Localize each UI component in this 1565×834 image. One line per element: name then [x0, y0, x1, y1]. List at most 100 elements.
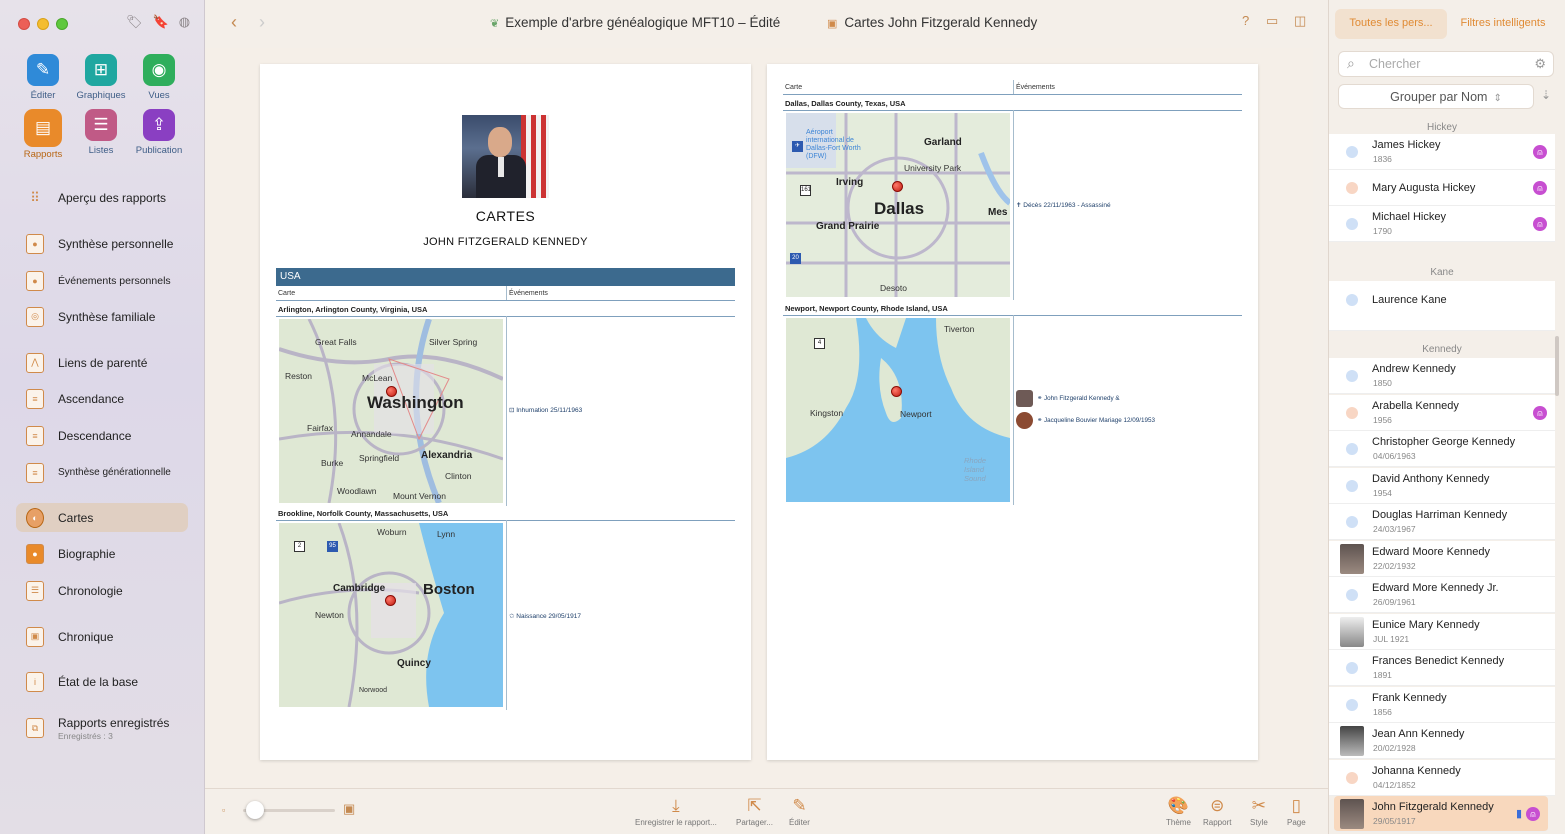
list-item[interactable]: Andrew Kennedy 1850	[1329, 358, 1555, 394]
close-window-button[interactable]	[18, 18, 30, 30]
nav-ancestors[interactable]: ≡ Ascendance	[16, 384, 188, 413]
window-layout-icon[interactable]: ▭	[1266, 13, 1278, 29]
tab-smart-filters[interactable]: Filtres intelligents	[1447, 9, 1559, 39]
list-item[interactable]: Mary Augusta Hickey ⍝	[1329, 170, 1555, 206]
share-label: Partager...	[736, 818, 773, 827]
list-item[interactable]: Christopher George Kennedy 04/06/1963	[1329, 431, 1555, 467]
tab-all-persons[interactable]: Toutes les pers...	[1335, 9, 1447, 39]
minimize-window-button[interactable]	[37, 18, 49, 30]
tool-publication[interactable]: ⇪ Publication	[130, 109, 188, 160]
list-item[interactable]: Edward More Kennedy Jr. 26/09/1961	[1329, 577, 1555, 613]
tool-label: Publication	[135, 145, 183, 156]
nav-descendants[interactable]: ≡ Descendance	[16, 421, 188, 450]
nav-label: Liens de parenté	[58, 355, 148, 370]
zoom-slider-knob[interactable]	[246, 801, 264, 819]
search-input[interactable]	[1369, 57, 1519, 71]
report-title: CARTES	[475, 208, 536, 224]
map-pin-icon[interactable]	[386, 386, 397, 397]
map-newport[interactable]: 4 Tiverton Kingston Newport Rhode Island…	[786, 318, 1010, 502]
help-icon[interactable]: ?	[1242, 13, 1249, 28]
person-name: Jean Ann Kennedy	[1372, 728, 1465, 740]
gear-icon[interactable]: ⚙	[1534, 56, 1546, 72]
style-label: Style	[1250, 818, 1268, 827]
report-settings-button[interactable]: ⊜ Rapport	[1203, 797, 1232, 828]
list-item[interactable]: Laurence Kane	[1329, 281, 1555, 331]
person-name: Christopher George Kennedy	[1372, 436, 1516, 448]
nav-report-overview[interactable]: ⠿ Aperçu des rapports	[16, 183, 188, 212]
style-button[interactable]: ✂ Style	[1250, 797, 1268, 828]
group-by-select[interactable]: Grouper par Nom ⇕	[1338, 84, 1534, 109]
list-item[interactable]: Frances Benedict Kennedy 1891	[1329, 650, 1555, 686]
tool-edit[interactable]: ✎ Éditer	[14, 54, 72, 101]
list-item[interactable]: Arabella Kennedy 1956 ⍝	[1329, 395, 1555, 431]
tag-icon[interactable]: 🏷	[126, 14, 143, 30]
nav-timeline[interactable]: ☰ Chronologie	[16, 576, 188, 605]
map-label: McLean	[362, 373, 393, 383]
nav-person-events[interactable]: ● Événements personnels	[16, 266, 188, 295]
tool-lists[interactable]: ☰ Listes	[72, 109, 130, 160]
map-arlington[interactable]: Great Falls Silver Spring Reston McLean …	[279, 319, 503, 503]
nav-chronicle[interactable]: ▣ Chronique	[16, 622, 188, 651]
nav-family-summary[interactable]: ◎ Synthèse familiale	[16, 302, 188, 331]
list-item[interactable]: Jean Ann Kennedy 20/02/1928	[1329, 723, 1555, 759]
list-item[interactable]: Frank Kennedy 1856	[1329, 687, 1555, 723]
map-dallas[interactable]: Aéroport international de Dallas-Fort Wo…	[786, 113, 1010, 297]
globe-toolbar-icon[interactable]: ◍	[179, 14, 190, 30]
map-label: Norwood	[359, 687, 388, 694]
tree-file-icon: ❦	[490, 18, 500, 30]
person-name: James Hickey	[1372, 139, 1441, 151]
share-button[interactable]: ⇱ Partager...	[736, 797, 773, 828]
nav-saved-reports[interactable]: ⧉ Rapports enregistrés Enregistrés : 3	[16, 712, 188, 744]
theme-label: Thème	[1166, 818, 1191, 827]
map-label: Washington	[367, 393, 464, 412]
map-label: Mount Vernon	[393, 491, 446, 501]
report-settings-label: Rapport	[1203, 818, 1232, 827]
nav-biography[interactable]: ● Biographie	[16, 539, 188, 568]
theme-button[interactable]: 🎨 Thème	[1166, 797, 1191, 828]
sidebar-toggle-icon[interactable]: ◫	[1294, 13, 1306, 29]
event-burial: ⊡ Inhumation 25/11/1963	[509, 407, 583, 414]
page-button[interactable]: ▯ Page	[1287, 797, 1306, 828]
map-brookline[interactable]: 2 95 Woburn Lynn Cambridge Boston Newton…	[279, 523, 503, 707]
location-heading: Brookline, Norfolk County, Massachusetts…	[278, 509, 449, 518]
map-label: Quincy	[397, 658, 431, 669]
bookmark-icon[interactable]: 🔖	[153, 14, 169, 30]
list-item[interactable]: David Anthony Kennedy 1954	[1329, 468, 1555, 504]
list-item[interactable]: James Hickey 1836 ⍝	[1329, 134, 1555, 170]
relationship-icon: ⋀	[26, 352, 44, 373]
list-item[interactable]: Michael Hickey 1790 ⍝	[1329, 206, 1555, 242]
map-label: Grand Prairie	[816, 221, 880, 232]
person-list-scrollbar[interactable]	[1555, 336, 1559, 396]
forward-arrow-icon[interactable]: ›	[259, 12, 265, 33]
page-label: Page	[1287, 818, 1306, 827]
tool-reports[interactable]: ▤ Rapports	[14, 109, 72, 160]
zoom-in-icon[interactable]: ▣	[343, 801, 355, 817]
zoom-out-icon[interactable]: ▫	[222, 805, 225, 815]
map-pin-icon[interactable]	[385, 595, 396, 606]
map-pin-icon[interactable]	[891, 386, 902, 397]
sort-icon[interactable]: ⇣	[1541, 88, 1551, 102]
nav-maps[interactable]: ◐ Cartes	[16, 503, 188, 532]
nav-person-summary[interactable]: ● Synthèse personnelle	[16, 229, 188, 258]
nav-database-status[interactable]: i État de la base	[16, 667, 188, 696]
person-photo	[462, 115, 549, 198]
list-item[interactable]: Edward Moore Kennedy 22/02/1932	[1329, 541, 1555, 577]
list-item[interactable]: Douglas Harriman Kennedy 24/03/1967	[1329, 504, 1555, 540]
list-item[interactable]: Eunice Mary Kennedy JUL 1921	[1329, 614, 1555, 650]
nav-generations[interactable]: ≡ Synthèse générationnelle	[16, 458, 188, 487]
map-pin-icon[interactable]	[892, 181, 903, 192]
tool-charts[interactable]: ⊞ Graphiques	[72, 54, 130, 101]
save-report-button[interactable]: ⤓ Enregistrer le rapport...	[635, 797, 717, 828]
male-dot-icon	[1346, 516, 1358, 528]
edit-button[interactable]: ✎ Éditer	[789, 797, 810, 828]
back-arrow-icon[interactable]: ‹	[231, 12, 237, 33]
nav-relationships[interactable]: ⋀ Liens de parenté	[16, 348, 188, 377]
document-title-text: Cartes John Fitzgerald Kennedy	[844, 15, 1038, 30]
person-date: 1954	[1373, 488, 1392, 498]
list-item[interactable]: Johanna Kennedy 04/12/1852	[1329, 760, 1555, 796]
timeline-icon: ☰	[26, 580, 44, 601]
list-item-selected[interactable]: John Fitzgerald Kennedy 29/05/1917 ▮ ⍝	[1334, 796, 1548, 832]
zoom-window-button[interactable]	[56, 18, 68, 30]
person-name: Arabella Kennedy	[1372, 400, 1459, 412]
tool-views[interactable]: ◉ Vues	[130, 54, 188, 101]
